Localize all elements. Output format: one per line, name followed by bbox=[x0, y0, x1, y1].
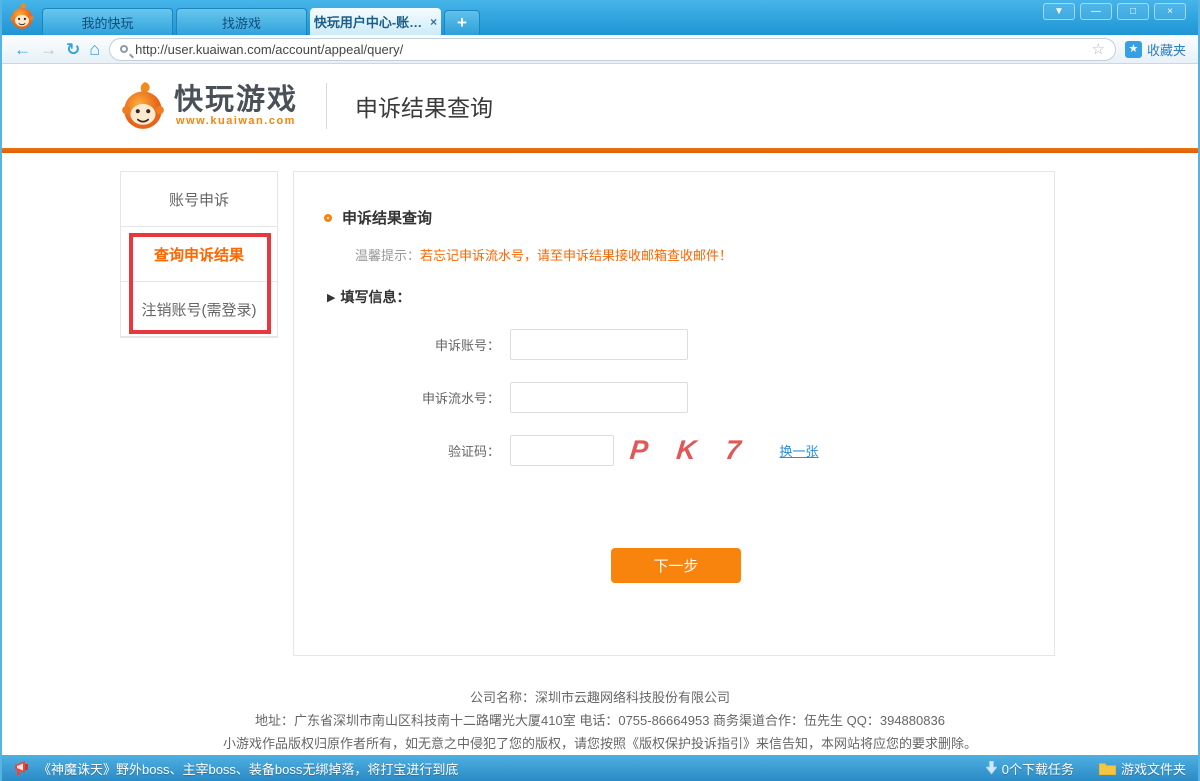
game-folder-button[interactable]: 游戏文件夹 bbox=[1099, 759, 1186, 778]
captcha-input[interactable] bbox=[510, 435, 614, 466]
menu-dropdown-icon[interactable]: ▼ bbox=[1043, 3, 1075, 20]
logo-subtitle: www.kuaiwan.com bbox=[176, 115, 296, 127]
favorites-star-icon: ★ bbox=[1125, 41, 1142, 58]
back-icon[interactable]: ← bbox=[14, 41, 31, 58]
captcha-image: P K 7 bbox=[628, 435, 753, 466]
fill-info-header: ▶ 填写信息： bbox=[327, 287, 1054, 307]
arrow-right-icon: ▶ bbox=[327, 291, 335, 304]
captcha-refresh-link[interactable]: 换一张 bbox=[780, 441, 819, 460]
fill-info-label: 填写信息： bbox=[340, 287, 410, 307]
navigation-toolbar: ← → ↻ ⌂ http://user.kuaiwan.com/account/… bbox=[2, 35, 1198, 64]
home-icon[interactable]: ⌂ bbox=[89, 40, 100, 58]
folder-icon bbox=[1099, 762, 1116, 775]
form-row-captcha: 验证码： P K 7 换一张 bbox=[324, 435, 1054, 466]
appeal-query-form: 申诉账号： 申诉流水号： 验证码： P K 7 换一张 bbox=[324, 329, 1054, 466]
footer-company-line: 公司名称：深圳市云趣网络科技股份有限公司 bbox=[2, 686, 1198, 709]
sidebar-item-label: 账号申诉 bbox=[169, 189, 229, 210]
captcha-label: 验证码： bbox=[324, 441, 510, 460]
sidebar-item-query-result[interactable]: 查询申诉结果 bbox=[121, 227, 277, 282]
window-controls: ▼ — □ × bbox=[1043, 3, 1186, 20]
header-divider bbox=[326, 83, 327, 129]
tab-label: 找游戏 bbox=[222, 13, 261, 32]
site-header: 快玩游戏 www.kuaiwan.com 申诉结果查询 bbox=[2, 64, 1198, 148]
tab-user-center-active[interactable]: 快玩用户中心-账… × bbox=[310, 8, 441, 35]
kuaiwan-monkey-icon bbox=[8, 2, 36, 30]
logo-title: 快玩游戏 bbox=[174, 85, 298, 115]
sidebar: 账号申诉 查询申诉结果 注销账号(需登录) bbox=[120, 171, 278, 338]
sidebar-item-label: 注销账号(需登录) bbox=[142, 299, 257, 320]
sidebar-item-label: 查询申诉结果 bbox=[154, 244, 244, 265]
footer-address-line: 地址：广东省深圳市南山区科技南十二路曙光大厦410室 电话：0755-86664… bbox=[2, 709, 1198, 732]
form-row-serial: 申诉流水号： bbox=[324, 382, 1054, 413]
minimize-button[interactable]: — bbox=[1080, 3, 1112, 20]
downloads-button[interactable]: 0个下载任务 bbox=[986, 759, 1074, 778]
status-right: 0个下载任务 游戏文件夹 bbox=[968, 759, 1186, 778]
page-title: 申诉结果查询 bbox=[355, 89, 493, 123]
new-tab-button[interactable]: + bbox=[444, 10, 480, 35]
logo-text: 快玩游戏 www.kuaiwan.com bbox=[174, 85, 298, 127]
status-bar: 《神魔诛天》野外boss、主宰boss、装备boss无绑掉落，将打宝进行到底 0… bbox=[2, 755, 1198, 781]
search-icon bbox=[120, 45, 128, 53]
orange-ring-bullet-icon bbox=[324, 214, 332, 222]
tab-find-games[interactable]: 找游戏 bbox=[176, 8, 307, 35]
close-button[interactable]: × bbox=[1154, 3, 1186, 20]
megaphone-icon bbox=[14, 761, 30, 776]
favorites-label: 收藏夹 bbox=[1147, 40, 1186, 59]
address-bar[interactable]: http://user.kuaiwan.com/account/appeal/q… bbox=[109, 38, 1116, 61]
page-footer: 公司名称：深圳市云趣网络科技股份有限公司 地址：广东省深圳市南山区科技南十二路曙… bbox=[2, 686, 1198, 755]
maximize-button[interactable]: □ bbox=[1117, 3, 1149, 20]
section-title: 申诉结果查询 bbox=[342, 207, 432, 228]
tab-close-icon[interactable]: × bbox=[430, 15, 437, 29]
tip-label: 温馨提示： bbox=[355, 248, 420, 263]
sidebar-item-cancel-account[interactable]: 注销账号(需登录) bbox=[121, 282, 277, 337]
refresh-icon[interactable]: ↻ bbox=[66, 41, 80, 58]
bookmark-star-icon[interactable]: ☆ bbox=[1092, 40, 1105, 58]
tab-my-kuaiwan[interactable]: 我的快玩 bbox=[42, 8, 173, 35]
section-header: 申诉结果查询 bbox=[324, 207, 1054, 228]
tip-line: 温馨提示：若忘记申诉流水号，请至申诉结果接收邮箱查收邮件！ bbox=[355, 245, 1054, 264]
download-arrow-icon bbox=[986, 761, 997, 775]
folder-label: 游戏文件夹 bbox=[1121, 759, 1186, 778]
content-area: 账号申诉 查询申诉结果 注销账号(需登录) 申诉结果查询 温馨提示：若忘记申诉流… bbox=[2, 153, 1198, 656]
appeal-account-input[interactable] bbox=[510, 329, 688, 360]
appeal-serial-label: 申诉流水号： bbox=[324, 388, 510, 407]
downloads-label: 0个下载任务 bbox=[1002, 759, 1074, 778]
appeal-account-label: 申诉账号： bbox=[324, 335, 510, 354]
browser-window: 我的快玩 找游戏 快玩用户中心-账… × + ▼ — □ × ← → ↻ ⌂ h… bbox=[0, 0, 1200, 781]
tab-label: 快玩用户中心-账… bbox=[314, 12, 422, 31]
sidebar-item-account-appeal[interactable]: 账号申诉 bbox=[121, 172, 277, 227]
form-row-account: 申诉账号： bbox=[324, 329, 1054, 360]
next-step-button[interactable]: 下一步 bbox=[611, 548, 741, 583]
tip-text: 若忘记申诉流水号，请至申诉结果接收邮箱查收邮件！ bbox=[420, 248, 732, 263]
page-content: 快玩游戏 www.kuaiwan.com 申诉结果查询 账号申诉 查询申诉结果 … bbox=[2, 64, 1198, 755]
appeal-serial-input[interactable] bbox=[510, 382, 688, 413]
logo-monkey-icon bbox=[120, 81, 166, 131]
site-logo[interactable]: 快玩游戏 www.kuaiwan.com bbox=[120, 81, 298, 131]
main-panel: 申诉结果查询 温馨提示：若忘记申诉流水号，请至申诉结果接收邮箱查收邮件！ ▶ 填… bbox=[293, 171, 1055, 656]
favorites-button[interactable]: ★ 收藏夹 bbox=[1125, 40, 1186, 59]
title-bar: 我的快玩 找游戏 快玩用户中心-账… × + ▼ — □ × bbox=[2, 0, 1198, 35]
announcement-text[interactable]: 《神魔诛天》野外boss、主宰boss、装备boss无绑掉落，将打宝进行到底 bbox=[38, 759, 458, 778]
tab-label: 我的快玩 bbox=[81, 13, 133, 32]
footer-copyright-line: 小游戏作品版权归原作者所有，如无意之中侵犯了您的版权，请您按照《版权保护投诉指引… bbox=[2, 732, 1198, 755]
forward-icon[interactable]: → bbox=[40, 41, 57, 58]
url-text[interactable]: http://user.kuaiwan.com/account/appeal/q… bbox=[135, 42, 403, 57]
